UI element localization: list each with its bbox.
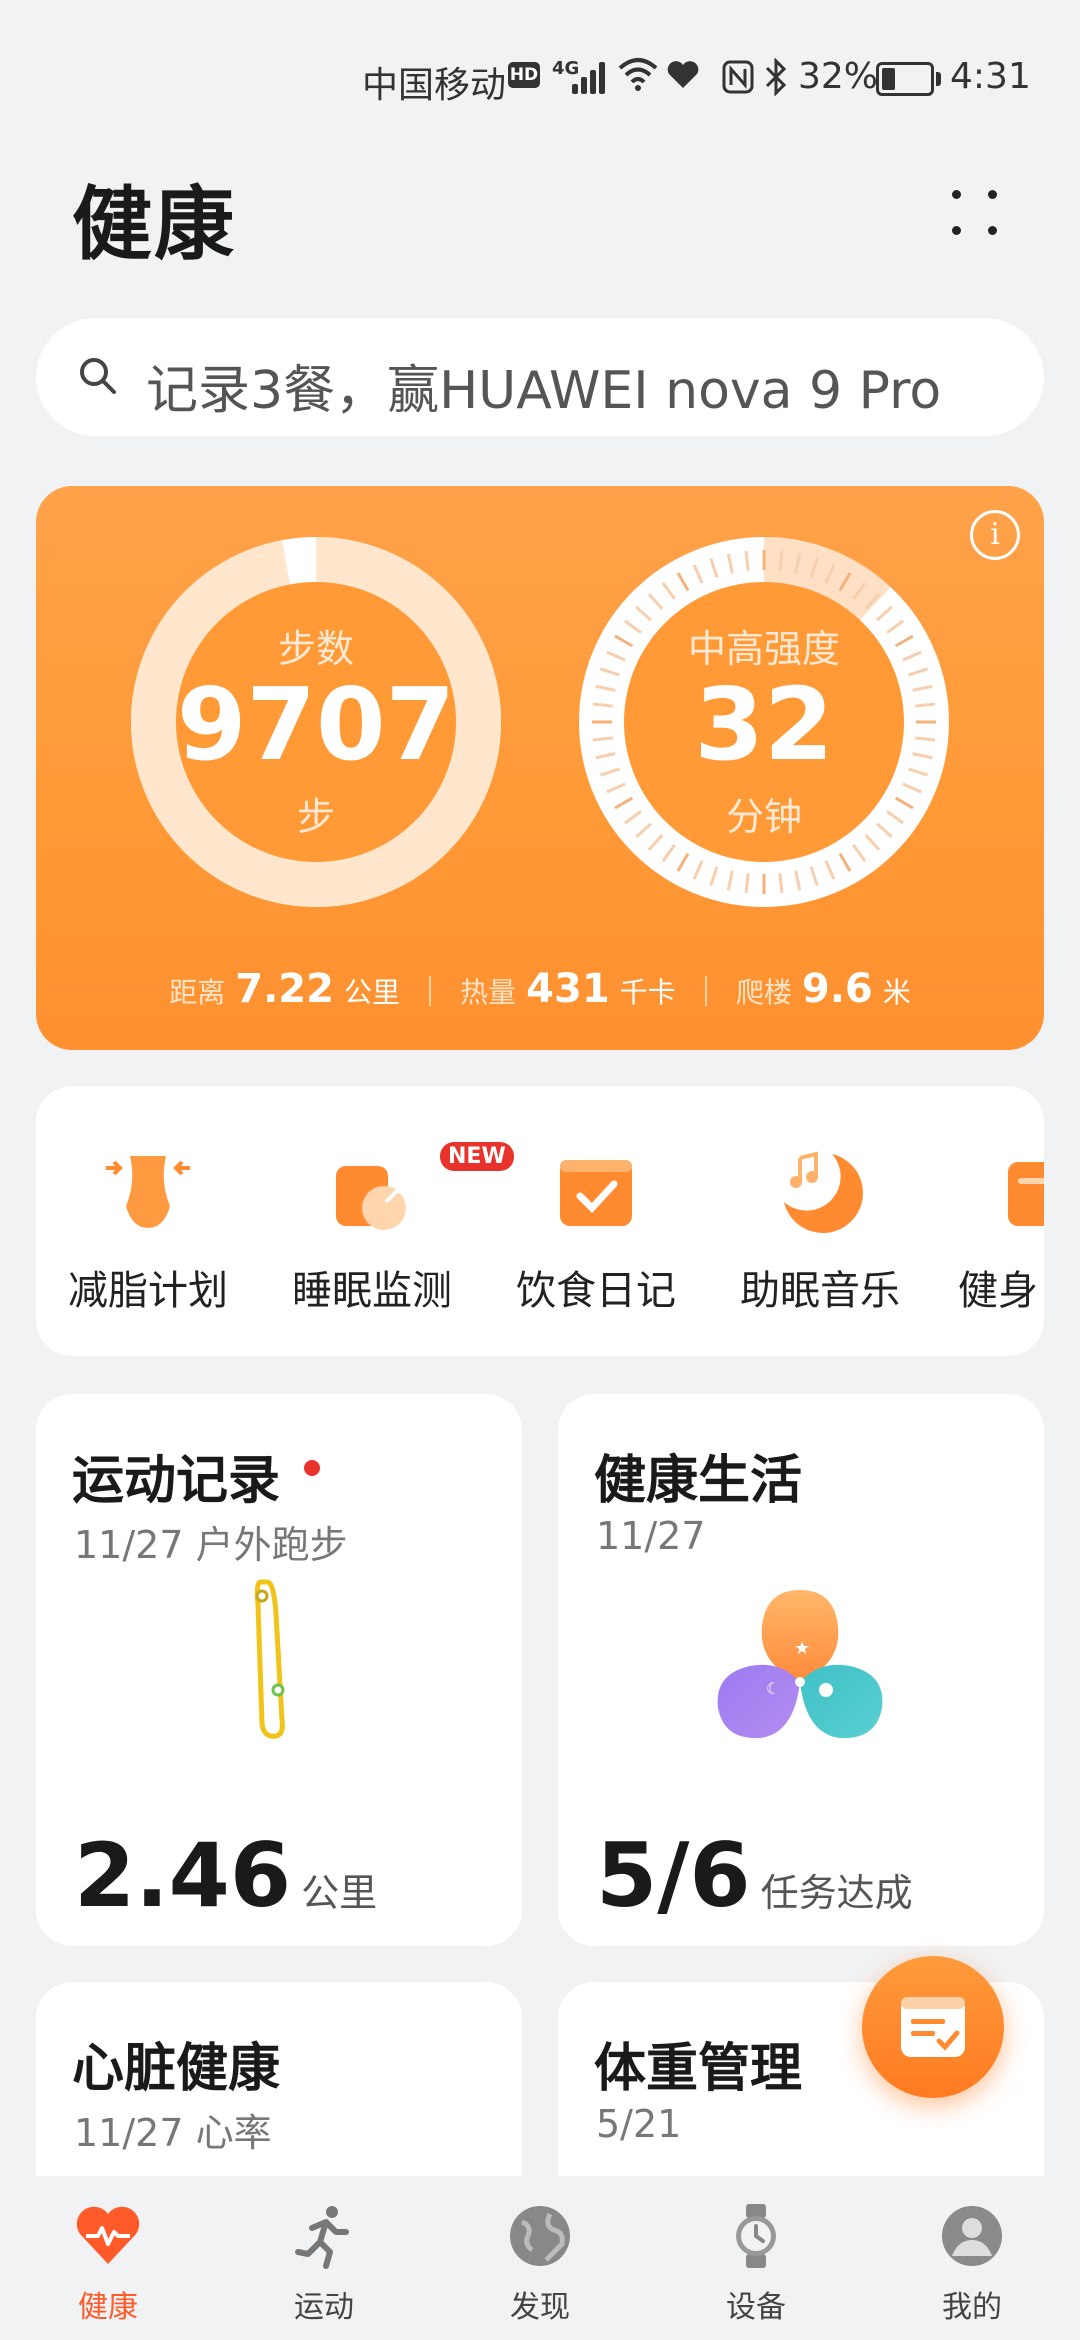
intensity-value: 32	[694, 666, 834, 783]
nav-me[interactable]: 我的	[864, 2176, 1080, 2340]
svg-text:☾: ☾	[766, 1679, 780, 1698]
quick-action-label: 减脂计划	[68, 1268, 228, 1314]
nav-exercise[interactable]: 运动	[216, 2176, 432, 2340]
intensity-unit: 分钟	[725, 795, 802, 839]
wifi-icon	[618, 58, 658, 91]
search-icon	[80, 358, 116, 394]
card-subtitle: 5/21	[596, 2102, 682, 2146]
card-title: 运动记录	[72, 1451, 281, 1511]
steps-unit: 步	[296, 795, 335, 839]
sleep-monitor-icon	[336, 1166, 410, 1230]
bluetooth-icon	[765, 58, 787, 96]
card-subtitle: 11/27	[596, 1514, 706, 1558]
intensity-label: 中高强度	[687, 627, 840, 671]
clock: 4:31	[950, 56, 1031, 97]
search-bar[interactable]: 记录3餐，赢HUAWEI nova 9 Pro	[36, 318, 1044, 436]
quick-action-fat-loss[interactable]: 减脂计划	[36, 1086, 260, 1356]
quick-actions-row: 减脂计划 NEW 睡眠监测 饮食日记 助眠音乐 健身	[36, 1086, 1044, 1356]
ring-tick	[744, 550, 750, 571]
calendar-check-icon	[560, 1160, 632, 1226]
activity-summary-card[interactable]: i 步数 9707 步 中高强度 32 分钟 距离 7.22 公里 热量 431 千卡 …	[36, 486, 1044, 1050]
climb-value: 9.6	[801, 966, 873, 1012]
tasks-achieved: 5/6 任务达成	[596, 1824, 913, 1927]
nav-health[interactable]: 健康	[0, 2176, 216, 2340]
nav-label: 发现	[510, 2290, 570, 2325]
ring-tick	[744, 873, 750, 894]
quick-action-label: 助眠音乐	[740, 1268, 900, 1314]
waist-icon	[106, 1156, 190, 1228]
nav-label: 设备	[726, 2290, 786, 2325]
hd-icon: HD	[508, 62, 540, 88]
ring-tick	[778, 873, 784, 894]
intensity-ring[interactable]: 中高强度 32 分钟	[578, 536, 950, 908]
status-bar: 中国移动 HD 4G 32% 4:31	[0, 0, 1080, 150]
exercise-distance-value: 2.46	[74, 1824, 292, 1927]
calories-label: 热量	[460, 976, 517, 1009]
page-title: 健康	[72, 178, 236, 271]
exercise-record-card[interactable]: 运动记录 11/27 户外跑步 2.46 公里	[36, 1394, 522, 1946]
nav-discover[interactable]: 发现	[432, 2176, 648, 2340]
card-subtitle: 11/27 户外跑步	[74, 1523, 348, 1567]
distance-value: 7.22	[235, 966, 334, 1012]
battery-icon	[876, 62, 941, 96]
carrier-name: 中国移动	[362, 65, 507, 106]
signal-icon	[572, 60, 612, 94]
exercise-distance: 2.46 公里	[74, 1824, 377, 1927]
watch-icon	[736, 2204, 776, 2268]
quick-action-fitness[interactable]: 健身	[932, 1086, 1044, 1356]
search-placeholder: 记录3餐，赢HUAWEI nova 9 Pro	[146, 361, 942, 421]
battery-percent: 32%	[798, 56, 879, 97]
activity-stats: 距离 7.22 公里 热量 431 千卡 爬楼 9.6 米	[36, 966, 1044, 1012]
unread-dot	[304, 1460, 320, 1476]
task-clover-icon: ★ ☾	[717, 1590, 883, 1739]
quick-action-label: 健身	[958, 1268, 1038, 1314]
card-title: 体重管理	[594, 2039, 803, 2099]
distance-unit: 公里	[343, 976, 400, 1009]
card-subtitle: 11/27 心率	[74, 2111, 272, 2155]
quick-action-sleep-music[interactable]: 助眠音乐	[708, 1086, 932, 1356]
record-fab-button[interactable]	[862, 1956, 1004, 2098]
calories-unit: 千卡	[619, 976, 676, 1009]
tasks-achieved-unit: 任务达成	[760, 1871, 913, 1915]
quick-action-diet[interactable]: 饮食日记	[484, 1086, 708, 1356]
globe-icon	[510, 2206, 570, 2266]
divider	[429, 976, 432, 1006]
nav-label: 我的	[942, 2290, 1002, 2325]
svg-text:★: ★	[794, 1638, 810, 1659]
quick-action-label: 睡眠监测	[292, 1268, 452, 1314]
climb-unit: 米	[882, 976, 911, 1009]
distance-label: 距离	[169, 976, 226, 1009]
moon-music-icon	[784, 1151, 863, 1233]
tasks-achieved-value: 5/6	[596, 1824, 751, 1927]
nav-devices[interactable]: 设备	[648, 2176, 864, 2340]
steps-label: 步数	[277, 627, 354, 671]
heart-pulse-icon	[76, 2206, 140, 2264]
nav-label: 健康	[78, 2290, 138, 2325]
steps-ring[interactable]: 步数 9707 步	[130, 536, 502, 908]
card-title: 健康生活	[594, 1451, 803, 1511]
climb-label: 爬楼	[735, 976, 792, 1009]
card-title: 心脏健康	[72, 2039, 281, 2099]
divider	[704, 976, 707, 1006]
exercise-distance-unit: 公里	[301, 1871, 378, 1915]
info-icon[interactable]: i	[970, 510, 1020, 560]
more-menu-button[interactable]	[940, 178, 1010, 248]
ring-tick	[778, 550, 784, 571]
healthy-life-card[interactable]: 健康生活 11/27 ★ ☾ 5/6 任务达成	[558, 1394, 1044, 1946]
calories-value: 431	[526, 966, 610, 1012]
notes-check-icon	[901, 1997, 965, 2057]
steps-value: 9707	[176, 666, 456, 783]
bottom-navigation: 健康 运动 发现 设备 我的	[0, 2176, 1080, 2340]
running-icon	[295, 2206, 349, 2269]
profile-icon	[942, 2206, 1002, 2266]
route-map-icon	[254, 1579, 285, 1739]
fitness-icon	[1008, 1162, 1044, 1226]
heart-status-icon	[667, 61, 699, 88]
quick-action-sleep[interactable]: NEW 睡眠监测	[260, 1086, 514, 1356]
nav-label: 运动	[294, 2290, 354, 2325]
quick-action-label: 饮食日记	[516, 1268, 676, 1314]
nfc-icon	[722, 60, 754, 94]
